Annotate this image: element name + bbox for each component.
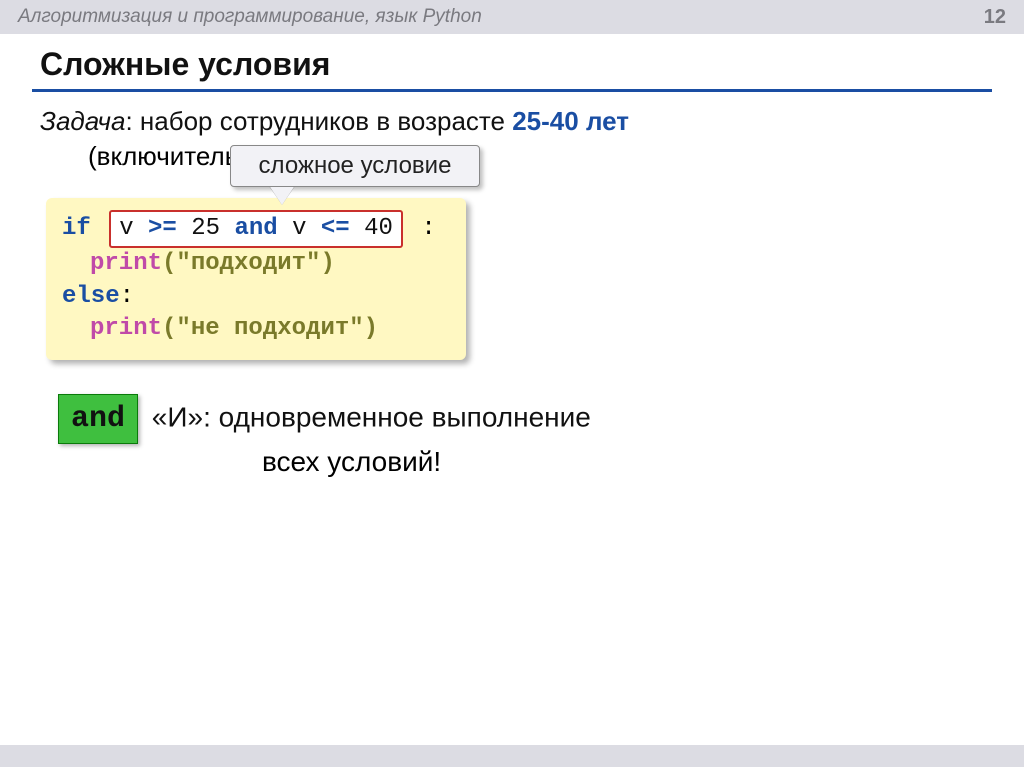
code-line-print1: print("подходит"): [62, 248, 450, 280]
task-subline: (включительно).: [32, 141, 992, 172]
page-number: 12: [984, 6, 1006, 29]
callout-tail-icon: [270, 187, 294, 205]
else-colon: :: [120, 283, 134, 310]
num-25: 25: [191, 215, 220, 242]
explain-simul: одновременное: [219, 401, 424, 432]
str-arg2: ("не подходит"): [162, 315, 378, 342]
op-ge: >=: [148, 215, 177, 242]
section-heading: Сложные условия: [32, 42, 992, 92]
var-v2: v: [292, 215, 306, 242]
and-badge: and: [58, 394, 138, 445]
task-age: 25-40 лет: [512, 106, 629, 136]
var-v1: v: [119, 215, 133, 242]
code-line-if: if v >= 25 and v <= 40 :: [62, 210, 450, 248]
fn-print2: print: [90, 315, 162, 342]
code-line-else: else:: [62, 281, 450, 313]
explain-line1: and «И»: одновременное выполнение: [32, 394, 992, 445]
explain-line2: всех условий!: [32, 446, 992, 478]
colon: :: [421, 215, 435, 242]
keyword-else: else: [62, 283, 120, 310]
code-line-print2: print("не подходит"): [62, 313, 450, 345]
content: Сложные условия Задача: набор сотруднико…: [0, 34, 1024, 478]
footer-bar: [0, 745, 1024, 767]
callout-box: сложное условие: [230, 145, 480, 187]
keyword-if: if: [62, 215, 91, 242]
str-arg1: ("подходит"): [162, 250, 335, 277]
slide: Алгоритмизация и программирование, язык …: [0, 0, 1024, 767]
explain-tail: выполнение: [424, 401, 591, 432]
task-line: Задача: набор сотрудников в возрасте 25-…: [32, 104, 992, 139]
code-block: if v >= 25 and v <= 40 : print("подходит…: [46, 198, 466, 360]
num-40: 40: [364, 215, 393, 242]
keyword-and: and: [234, 215, 277, 242]
task-text: : набор сотрудников в возрасте: [125, 106, 512, 136]
course-title: Алгоритмизация и программирование, язык …: [18, 6, 482, 28]
explain-i: «И»:: [152, 401, 219, 432]
top-bar: Алгоритмизация и программирование, язык …: [0, 0, 1024, 34]
op-le: <=: [321, 215, 350, 242]
callout: сложное условие: [230, 145, 480, 205]
task-label: Задача: [40, 106, 125, 136]
condition-box: v >= 25 and v <= 40: [109, 210, 403, 248]
fn-print1: print: [90, 250, 162, 277]
